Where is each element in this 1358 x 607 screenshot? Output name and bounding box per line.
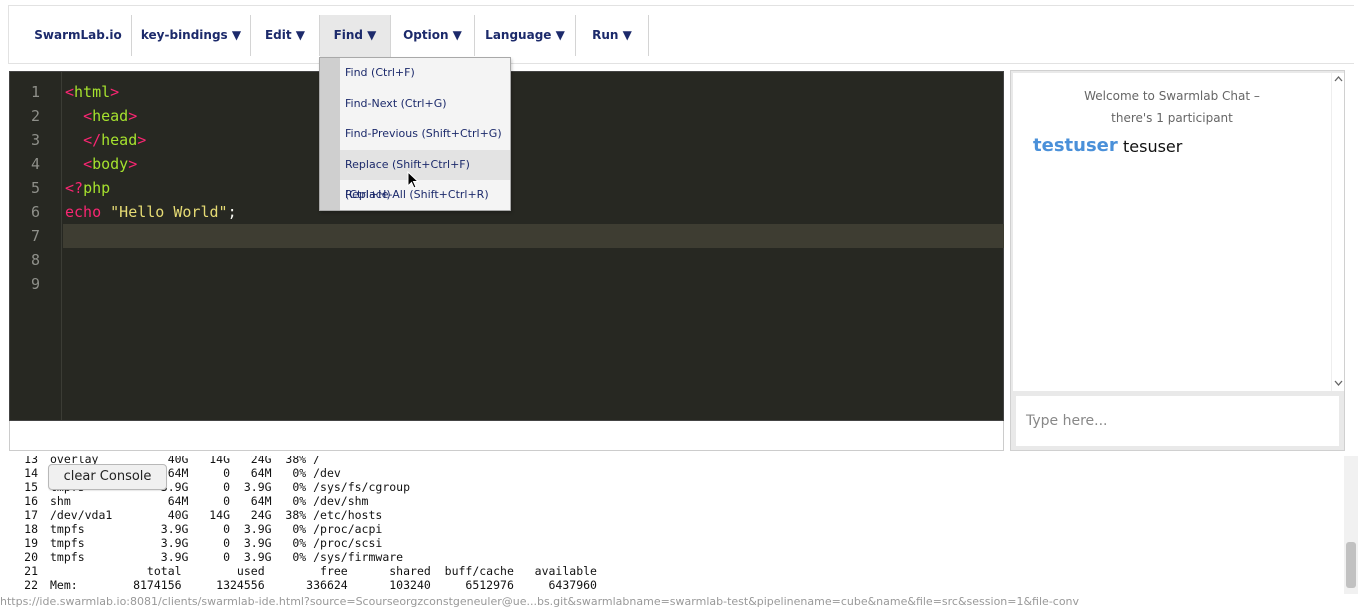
- code-token: <?: [65, 179, 84, 197]
- find-menu-item-replace-all[interactable]: Replace-All (Shift+Ctrl+R): [340, 180, 510, 210]
- scroll-arrows-icon: [1334, 76, 1343, 386]
- menu-option[interactable]: Option ▼: [391, 15, 475, 56]
- code-token: "Hello World": [110, 203, 228, 221]
- code-line: </head>: [65, 131, 146, 149]
- mouse-pointer-icon: [407, 171, 419, 189]
- line-number: 6: [30, 203, 40, 221]
- console-line-number: 16: [24, 494, 38, 508]
- page-scrollbar[interactable]: [1344, 456, 1358, 594]
- line-number: 9: [30, 275, 40, 293]
- console-line-number: 14: [24, 466, 38, 480]
- console-line-number: 20: [24, 550, 38, 564]
- console-line-number: 13: [24, 456, 38, 466]
- code-token: >: [137, 131, 147, 149]
- chat-message: tesuser: [1123, 137, 1183, 156]
- scrollbar-thumb[interactable]: [1346, 542, 1356, 588]
- console-line-number: 21: [24, 564, 38, 578]
- code-token: </: [83, 131, 102, 149]
- code-token: echo: [65, 203, 102, 221]
- line-number: 4: [30, 155, 40, 173]
- console-line-number: 22: [24, 578, 38, 592]
- code-token: >: [110, 83, 120, 101]
- line-number: 8: [30, 251, 40, 269]
- chat-log: Welcome to Swarmlab Chat – there's 1 par…: [1013, 73, 1331, 391]
- console-line-text: total used free shared buff/cache availa…: [50, 564, 597, 578]
- menu-swarmlab[interactable]: SwarmLab.io: [25, 15, 132, 56]
- line-number: 5: [30, 179, 40, 197]
- menu-key-bindings[interactable]: key-bindings ▼: [132, 15, 251, 56]
- code-token: <: [65, 83, 75, 101]
- active-line-highlight: [63, 224, 1004, 248]
- console-line-number: 19: [24, 536, 38, 550]
- code-token: <: [83, 107, 93, 125]
- console-output: 13 overlay 40G 14G 24G 38% / 14 tmpfs 64M …: [8, 456, 1344, 594]
- code-token: html: [74, 83, 111, 101]
- menu-edit[interactable]: Edit ▼: [251, 15, 320, 56]
- status-bar-url: https://ide.swarmlab.io:8081/clients/swa…: [0, 596, 1080, 607]
- menu-run[interactable]: Run ▼: [576, 15, 649, 56]
- code-line: <html>: [65, 83, 119, 101]
- chat-welcome-line: Welcome to Swarmlab Chat –: [1084, 89, 1260, 103]
- console-line-number: 15: [24, 480, 38, 494]
- chat-username: testuser: [1033, 135, 1118, 156]
- console-line-text: tmpfs 3.9G 0 3.9G 0% /proc/acpi: [50, 522, 383, 536]
- line-number: 7: [30, 227, 40, 245]
- menu-language[interactable]: Language ▼: [475, 15, 576, 56]
- menu-find[interactable]: Find ▼: [320, 15, 391, 58]
- chat-participant-count: there's 1 participant: [1111, 111, 1233, 125]
- chat-input[interactable]: Type here...: [1016, 396, 1339, 446]
- code-token: php: [83, 179, 111, 197]
- console-line: 22 Mem: 8174156 1324556 336624 103240 651…: [8, 578, 597, 592]
- code-token: body: [92, 155, 129, 173]
- find-menu-item-replace[interactable]: Replace (Shift+Ctrl+F) (Ctrl+H): [340, 150, 510, 201]
- console-line-number: 17: [24, 508, 38, 522]
- find-menu-item-find-next[interactable]: Find-Next (Ctrl+G): [340, 89, 510, 119]
- line-number: 1: [30, 83, 40, 101]
- code-line: <body>: [65, 155, 137, 173]
- console-line-text: Mem: 8174156 1324556 336624 103240 65129…: [50, 578, 597, 592]
- app-root: SwarmLab.io key-bindings ▼ Edit ▼ Find ▼…: [0, 0, 1358, 607]
- code-token: ;: [227, 203, 237, 221]
- console-line-text: tmpfs 3.9G 0 3.9G 0% /proc/scsi: [50, 536, 383, 550]
- line-number: 2: [30, 107, 40, 125]
- chat-panel: Welcome to Swarmlab Chat – there's 1 par…: [1010, 70, 1345, 451]
- code-token: head: [92, 107, 129, 125]
- find-menu-item-find-previous[interactable]: Find-Previous (Shift+Ctrl+G): [340, 119, 510, 149]
- code-token: <: [83, 155, 93, 173]
- find-menu-item-find[interactable]: Find (Ctrl+F): [340, 58, 510, 88]
- code-token: head: [101, 131, 138, 149]
- console-line-text: /dev/vda1 40G 14G 24G 38% /etc/hosts: [50, 508, 383, 522]
- console-line: 21 total used free shared buff/cache ava…: [8, 564, 597, 578]
- chat-scrollbar[interactable]: [1331, 73, 1344, 391]
- clear-console-button[interactable]: clear Console: [48, 464, 167, 490]
- console-line: 19 tmpfs 3.9G 0 3.9G 0% /proc/scsi: [8, 536, 382, 550]
- console-line-number: 18: [24, 522, 38, 536]
- console-line: 18 tmpfs 3.9G 0 3.9G 0% /proc/acpi: [8, 522, 382, 536]
- console-line-text: shm 64M 0 64M 0% /dev/shm: [50, 494, 369, 508]
- editor-footer: [9, 421, 1004, 451]
- console-line-text: tmpfs 3.9G 0 3.9G 0% /sys/firmware: [50, 550, 404, 564]
- line-number: 3: [30, 131, 40, 149]
- dropdown-gutter: [320, 58, 340, 210]
- code-token: >: [128, 107, 138, 125]
- code-line: echo "Hello World";: [65, 203, 237, 221]
- code-token: >: [128, 155, 138, 173]
- console-line: 16 shm 64M 0 64M 0% /dev/shm: [8, 494, 369, 508]
- menubar: SwarmLab.io key-bindings ▼ Edit ▼ Find ▼…: [8, 5, 1354, 64]
- code-line: <?php: [65, 179, 110, 197]
- console-line: 20 tmpfs 3.9G 0 3.9G 0% /sys/firmware: [8, 550, 403, 564]
- console-line: 17/dev/vda1 40G 14G 24G 38% /etc/hosts: [8, 508, 382, 522]
- code-line: <head>: [65, 107, 137, 125]
